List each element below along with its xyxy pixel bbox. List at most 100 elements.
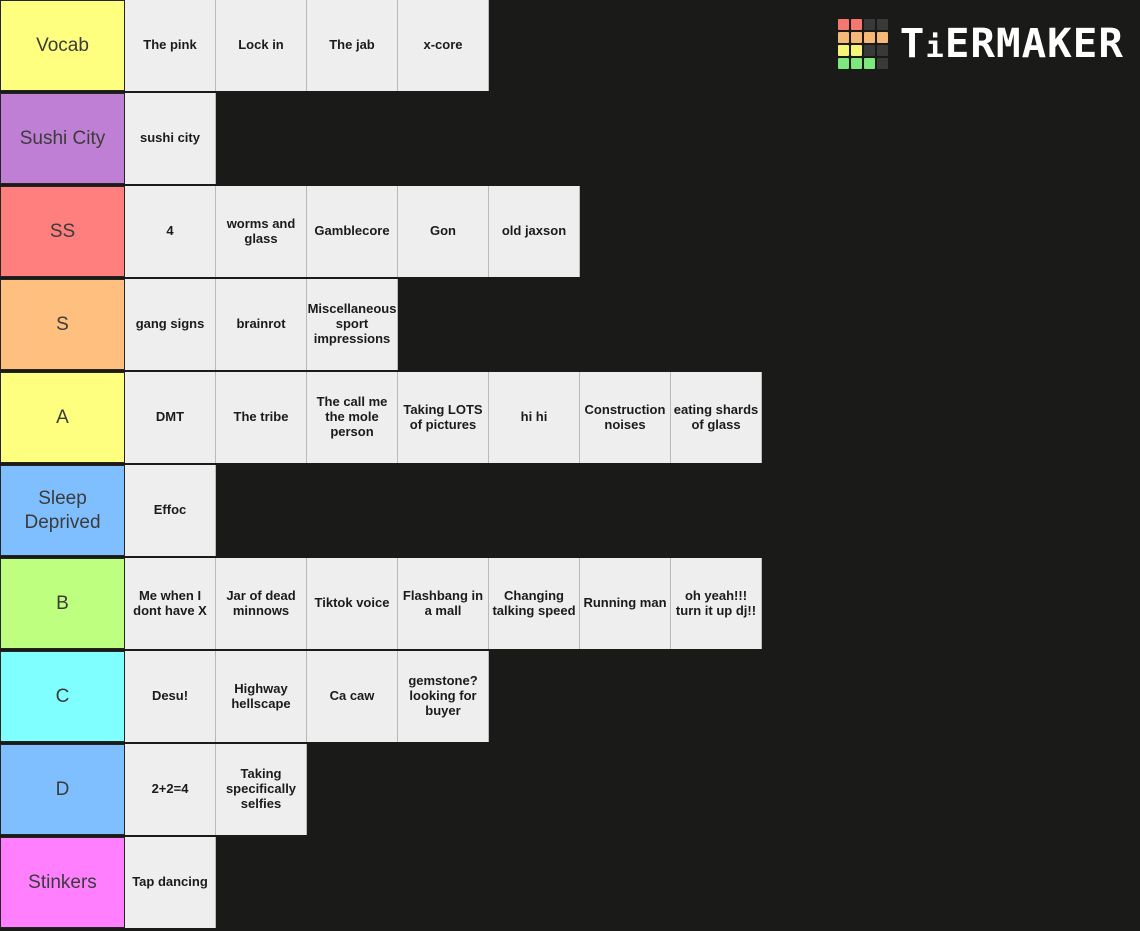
logo-cell-9	[851, 45, 863, 56]
tier-item-label: Gamblecore	[314, 223, 390, 239]
tier-row-items[interactable]: sushi city	[125, 93, 1140, 184]
tier-row: D 2+2=4 Taking specifically selfies	[0, 744, 1140, 837]
tier-label-b[interactable]: B	[0, 558, 125, 649]
tier-item[interactable]: Miscellaneous sport impressions	[307, 279, 398, 370]
tier-item[interactable]: Desu!	[125, 651, 216, 742]
tier-item[interactable]: DMT	[125, 372, 216, 463]
tier-row: B Me when I dont have X Jar of dead minnow…	[0, 558, 1140, 651]
tier-row: Stinkers Tap dancing	[0, 837, 1140, 930]
tier-item-label: Changing talking speed	[492, 587, 576, 618]
tier-item-label: Lock in	[238, 37, 284, 53]
logo-cell-1	[851, 19, 863, 30]
tier-item[interactable]: Me when I dont have X	[125, 558, 216, 649]
tier-item[interactable]: Jar of dead minnows	[216, 558, 307, 649]
tier-label-d[interactable]: D	[0, 744, 125, 835]
tier-row: Sleep Deprived Effoc	[0, 465, 1140, 558]
tier-item-label: hi hi	[520, 409, 548, 425]
tier-row-items[interactable]: Me when I dont have X Jar of dead minnows…	[125, 558, 1140, 649]
tier-item[interactable]: The jab	[307, 0, 398, 91]
tier-item-label: oh yeah!!! turn it up dj!!	[675, 587, 757, 618]
tier-item-label: worms and glass	[226, 215, 296, 246]
wordmark-t: T	[900, 21, 926, 67]
tier-row-items[interactable]: DMT The tribe The call me the mole person T…	[125, 372, 1140, 463]
tier-item[interactable]: Flashbang in a mall	[398, 558, 489, 649]
tier-item-label: The jab	[329, 37, 375, 53]
tier-item[interactable]: Lock in	[216, 0, 307, 91]
tier-item[interactable]: The call me the mole person	[307, 372, 398, 463]
tier-item[interactable]: oh yeah!!! turn it up dj!!	[671, 558, 762, 649]
tier-item[interactable]: Changing talking speed	[489, 558, 580, 649]
tier-label-a[interactable]: A	[0, 372, 125, 463]
tier-item-label: Jar of dead minnows	[226, 587, 296, 618]
tier-item[interactable]: Running man	[580, 558, 671, 649]
tier-item-label: Miscellaneous sport impressions	[307, 301, 397, 346]
tiermaker-logo-icon	[838, 19, 889, 69]
tier-item-label: Flashbang in a mall	[402, 587, 484, 618]
tier-item[interactable]: eating shards of glass	[671, 372, 762, 463]
tier-label-ss[interactable]: SS	[0, 186, 125, 277]
tier-item[interactable]: gemstone? looking for buyer	[398, 651, 489, 742]
tier-item[interactable]: Taking LOTS of pictures	[398, 372, 489, 463]
tier-item[interactable]: 4	[125, 186, 216, 277]
tier-row-items[interactable]: Effoc	[125, 465, 1140, 556]
tier-item-label: DMT	[155, 409, 185, 425]
logo-cell-7	[877, 32, 889, 43]
tier-item[interactable]: Ca caw	[307, 651, 398, 742]
tiermaker-watermark: Ti ERMAKER	[838, 19, 1124, 69]
tier-item[interactable]: sushi city	[125, 93, 216, 184]
tier-item-label: Highway hellscape	[231, 680, 291, 711]
tier-item-label: Desu!	[151, 688, 189, 704]
tier-item-label: sushi city	[140, 130, 200, 146]
tier-item[interactable]: Construction noises	[580, 372, 671, 463]
tier-item[interactable]: gang signs	[125, 279, 216, 370]
logo-cell-13	[851, 58, 863, 69]
tier-item[interactable]: Tap dancing	[125, 837, 216, 928]
tier-item-label: Tap dancing	[132, 874, 208, 890]
tier-item[interactable]: Effoc	[125, 465, 216, 556]
tier-label-vocab[interactable]: Vocab	[0, 0, 125, 91]
logo-cell-4	[838, 32, 850, 43]
logo-cell-6	[864, 32, 876, 43]
tier-item[interactable]: The pink	[125, 0, 216, 91]
tier-item[interactable]: Gamblecore	[307, 186, 398, 277]
tier-item-label: 4	[166, 223, 174, 239]
tier-row-items[interactable]: Tap dancing	[125, 837, 1140, 928]
tier-label-sushi-city[interactable]: Sushi City	[0, 93, 125, 184]
tier-item-label: The call me the mole person	[316, 394, 388, 439]
tier-item-label: Gon	[430, 223, 456, 239]
wordmark-i: i	[925, 30, 946, 65]
tier-item[interactable]: Gon	[398, 186, 489, 277]
tier-row: A DMT The tribe The call me the mole person…	[0, 372, 1140, 465]
tier-item[interactable]: old jaxson	[489, 186, 580, 277]
tier-label-sleep-deprived[interactable]: Sleep Deprived	[0, 465, 125, 556]
tier-item-label: Ca caw	[329, 688, 375, 704]
tier-item[interactable]: brainrot	[216, 279, 307, 370]
tier-item[interactable]: worms and glass	[216, 186, 307, 277]
tier-item[interactable]: Tiktok voice	[307, 558, 398, 649]
tier-item[interactable]: 2+2=4	[125, 744, 216, 835]
tier-row: Sushi City sushi city	[0, 93, 1140, 186]
tier-row-items[interactable]: 2+2=4 Taking specifically selfies	[125, 744, 1140, 835]
logo-cell-14	[864, 58, 876, 69]
tier-item-label: old jaxson	[501, 223, 567, 239]
tier-row: Sgang signs brainrot Miscellaneous sport i…	[0, 279, 1140, 372]
wordmark-rest: ERMAKER	[945, 21, 1125, 67]
logo-cell-2	[864, 19, 876, 30]
tier-item-label: 2+2=4	[151, 781, 189, 797]
tier-item[interactable]: Taking specifically selfies	[216, 744, 307, 835]
tier-list-canvas: Ti ERMAKER Vocab The pink Lock in The jab x-c…	[0, 0, 1140, 931]
tier-item[interactable]: Highway hellscape	[216, 651, 307, 742]
logo-cell-5	[851, 32, 863, 43]
tiermaker-wordmark: Ti ERMAKER	[900, 24, 1124, 64]
tier-item[interactable]: x-core	[398, 0, 489, 91]
tier-item-label: Construction noises	[584, 401, 666, 432]
tier-item-label: eating shards of glass	[673, 401, 759, 432]
tier-row-items[interactable]: 4 worms and glass Gamblecore Gon old jaxson	[125, 186, 1140, 277]
tier-item[interactable]: The tribe	[216, 372, 307, 463]
tier-label-c[interactable]: C	[0, 651, 125, 742]
tier-label-s[interactable]: S	[0, 279, 125, 370]
tier-label-stinkers[interactable]: Stinkers	[0, 837, 125, 928]
tier-row-items[interactable]: Desu! Highway hellscape Ca caw gemstone? lo…	[125, 651, 1140, 742]
tier-row-items[interactable]: gang signs brainrot Miscellaneous sport im…	[125, 279, 1140, 370]
tier-item[interactable]: hi hi	[489, 372, 580, 463]
